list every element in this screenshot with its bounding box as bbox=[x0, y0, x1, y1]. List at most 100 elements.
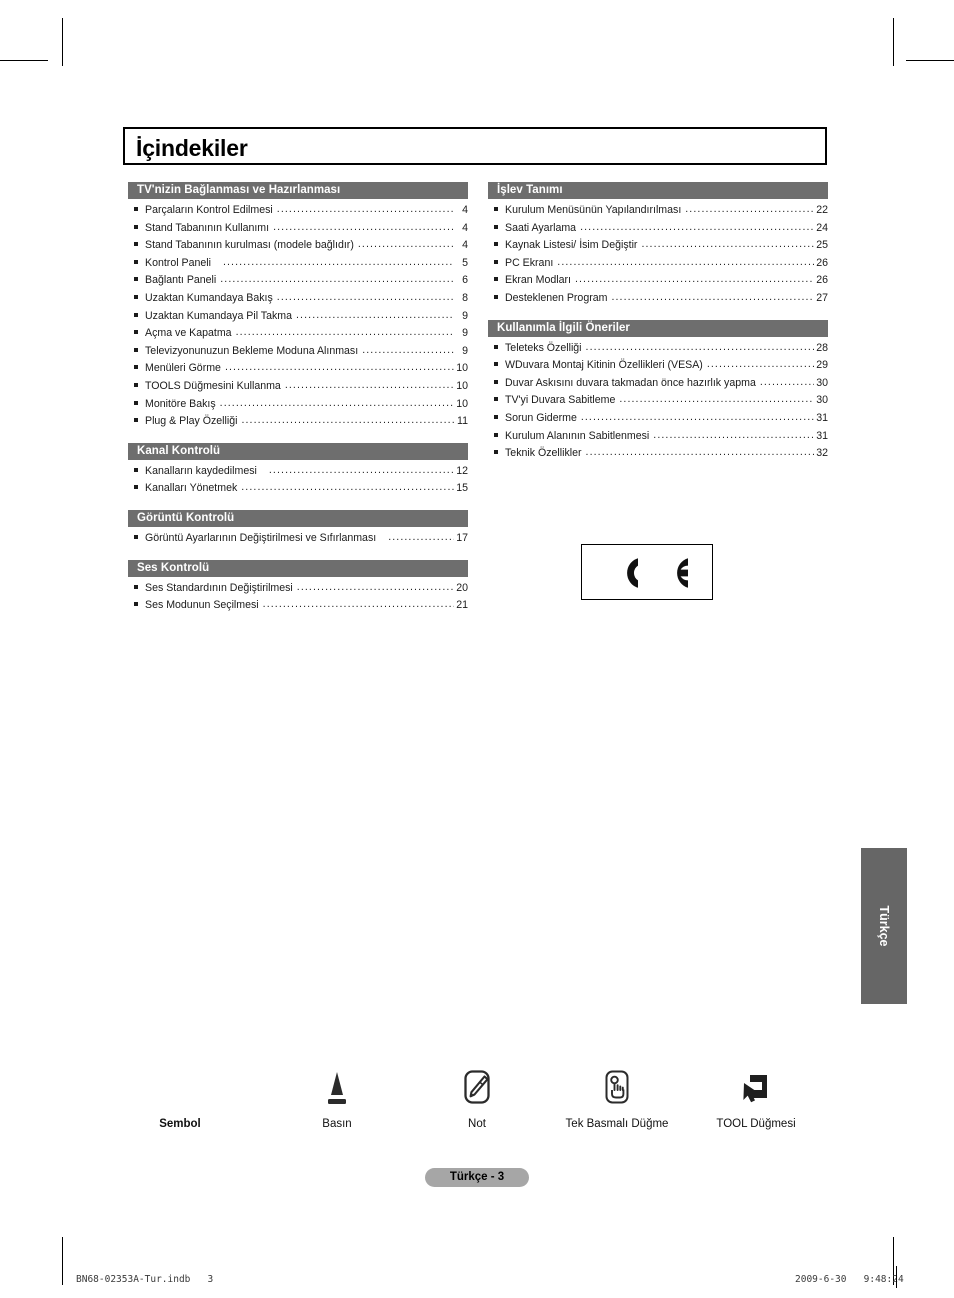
page-title: İçindekiler bbox=[136, 135, 248, 161]
toc-leader-dots: ........................................… bbox=[388, 530, 454, 543]
toc-entry-page-number: 10 bbox=[456, 362, 468, 375]
toc-leader-dots: ........................................… bbox=[284, 378, 454, 391]
toc-entry-label: Parçaların Kontrol Edilmesi bbox=[145, 204, 273, 216]
toc-entry[interactable]: Görüntü Ayarlarının Değiştirilmesi ve Sı… bbox=[128, 530, 468, 548]
bullet-square-icon bbox=[494, 450, 498, 455]
toc-entry[interactable]: Stand Tabanının kurulması (modele bağlıd… bbox=[128, 237, 468, 255]
toc-entry[interactable]: Teknik Özellikler.......................… bbox=[488, 445, 828, 463]
toc-entry[interactable]: TV'yi Duvara Sabitleme..................… bbox=[488, 392, 828, 410]
toc-leader-dots: ........................................… bbox=[585, 446, 814, 459]
toc-section: Görüntü Kontrolü Görüntü Ayarlarının Deği… bbox=[128, 509, 468, 548]
bullet-square-icon bbox=[134, 365, 138, 370]
toc-entry-label: Kanalların kaydedilmesi bbox=[145, 464, 257, 477]
toc-entry-page-number: 4 bbox=[462, 221, 468, 234]
toc-entry-label: PC Ekranı bbox=[505, 256, 554, 269]
toc-leader-dots: ........................................… bbox=[357, 238, 454, 251]
toc-entry-list: Görüntü Ayarlarının Değiştirilmesi ve Sı… bbox=[128, 527, 468, 548]
toc-entry[interactable]: Plug & Play Özelliği....................… bbox=[128, 413, 468, 431]
toc-entry[interactable]: Sorun Giderme...........................… bbox=[488, 410, 828, 428]
toc-entry[interactable]: Monitöre Bakış..........................… bbox=[128, 396, 468, 414]
one-touch-hand-icon bbox=[605, 1070, 629, 1104]
toc-leader-dots: ........................................… bbox=[276, 290, 454, 303]
toc-leader-dots: ........................................… bbox=[580, 410, 814, 423]
toc-leader-dots: ........................................… bbox=[262, 598, 454, 611]
print-footer-file: BN68-02353A-Tur.indb 3 bbox=[76, 1274, 214, 1285]
toc-entry[interactable]: PC Ekranı...............................… bbox=[488, 255, 828, 273]
toc-entry-page-number: 21 bbox=[456, 599, 468, 612]
toc-entry-label: Ekran Modları bbox=[505, 274, 571, 287]
toc-right-column: İşlev Tanımı Kurulum Menüsünün Yapılandır… bbox=[488, 182, 828, 463]
toc-entry[interactable]: Duvar Askısını duvara takmadan önce hazı… bbox=[488, 375, 828, 393]
bullet-square-icon bbox=[494, 344, 498, 349]
toc-leader-dots: ........................................… bbox=[706, 358, 814, 371]
toc-section: TV'nizin Bağlanması ve Hazırlanması Parça… bbox=[128, 182, 468, 431]
crop-mark-bottom-left-vertical bbox=[62, 1237, 63, 1285]
toc-entry-page-number: 8 bbox=[462, 291, 468, 304]
toc-leader-dots: ........................................… bbox=[273, 220, 454, 233]
toc-entry[interactable]: WDuvara Montaj Kitinin Özellikleri (VESA… bbox=[488, 357, 828, 375]
toc-entry-page-number: 26 bbox=[816, 274, 828, 287]
toc-entry[interactable]: Kurulum Menüsünün Yapılandırılması......… bbox=[488, 202, 828, 220]
toc-entry-label: Kanalları Yönetmek bbox=[145, 482, 238, 495]
bullet-square-icon bbox=[494, 224, 498, 229]
toc-entry-label: WDuvara Montaj Kitinin Özellikleri (VESA… bbox=[505, 359, 703, 372]
page-number-badge: Türkçe - 3 bbox=[425, 1168, 529, 1187]
toc-section-heading: TV'nizin Bağlanması ve Hazırlanması bbox=[128, 182, 468, 199]
toc-leader-dots: ........................................… bbox=[685, 203, 814, 215]
toc-entry-label: Kurulum Alanının Sabitlenmesi bbox=[505, 429, 650, 442]
toc-entry[interactable]: Açma ve Kapatma.........................… bbox=[128, 325, 468, 343]
toc-entry[interactable]: Kontrol Paneli..........................… bbox=[128, 255, 468, 273]
toc-entry[interactable]: Ses Standardının Değiştirilmesi.........… bbox=[128, 580, 468, 598]
toc-entry-list: Teleteks Özelliği.......................… bbox=[488, 337, 828, 463]
toc-entry-label: Desteklenen Program bbox=[505, 291, 608, 304]
toc-entry[interactable]: Teleteks Özelliği.......................… bbox=[488, 340, 828, 358]
toc-entry-page-number: 31 bbox=[816, 411, 828, 424]
bullet-square-icon bbox=[134, 207, 138, 211]
symbol-label-one-touch: Tek Basmalı Düğme bbox=[565, 1118, 669, 1130]
toc-entry[interactable]: Kanalların kaydedilmesi.................… bbox=[128, 463, 468, 481]
toc-entry[interactable]: Kanalları Yönetmek......................… bbox=[128, 480, 468, 498]
toc-entry[interactable]: Kaynak Listesi/ İsim Değiştir...........… bbox=[488, 237, 828, 255]
bullet-square-icon bbox=[134, 382, 138, 387]
toc-section: Kanal Kontrolü Kanalların kaydedilmesi...… bbox=[128, 442, 468, 498]
toc-entry[interactable]: TOOLS Düğmesini Kullanma................… bbox=[128, 378, 468, 396]
toc-entry[interactable]: Parçaların Kontrol Edilmesi.............… bbox=[128, 202, 468, 220]
toc-entry-label: Uzaktan Kumandaya Bakış bbox=[145, 291, 273, 304]
toc-entry[interactable]: Ekran Modları...........................… bbox=[488, 272, 828, 290]
bullet-square-icon bbox=[494, 259, 498, 264]
toc-leader-dots: ........................................… bbox=[619, 393, 814, 406]
bullet-square-icon bbox=[494, 207, 498, 211]
toc-leader-dots: ........................................… bbox=[362, 343, 454, 356]
toc-entry-label: Bağlantı Paneli bbox=[145, 274, 217, 287]
bullet-square-icon bbox=[134, 602, 138, 607]
press-triangle-icon bbox=[328, 1072, 346, 1104]
bullet-square-icon bbox=[134, 418, 138, 423]
crop-mark-top-right-vertical bbox=[893, 18, 894, 66]
toc-entry-list: Ses Standardının Değiştirilmesi.........… bbox=[128, 577, 468, 615]
toc-entry[interactable]: Bağlantı Paneli.........................… bbox=[128, 272, 468, 290]
toc-entry-page-number: 9 bbox=[462, 327, 468, 340]
toc-entry-page-number: 9 bbox=[462, 344, 468, 357]
toc-entry[interactable]: Stand Tabanının Kullanımı...............… bbox=[128, 220, 468, 238]
toc-entry-label: Menüleri Görme bbox=[145, 362, 221, 375]
toc-leader-dots: ........................................… bbox=[276, 203, 454, 215]
symbol-item-tool: TOOL Düğmesi bbox=[681, 1062, 831, 1132]
toc-entry[interactable]: Uzaktan Kumandaya Bakış.................… bbox=[128, 290, 468, 308]
toc-entry-page-number: 28 bbox=[816, 341, 828, 354]
side-tab-label: Türkçe bbox=[877, 905, 891, 947]
toc-entry[interactable]: Kurulum Alanının Sabitlenmesi...........… bbox=[488, 428, 828, 446]
toc-entry-label: Monitöre Bakış bbox=[145, 397, 216, 410]
ce-mark bbox=[581, 544, 713, 600]
toc-entry[interactable]: Menüleri Görme..........................… bbox=[128, 360, 468, 378]
symbol-legend: Sembol Basın Not Tek Basmalı Düğme TOOL … bbox=[150, 1062, 810, 1142]
toc-entry-page-number: 5 bbox=[462, 256, 468, 269]
toc-entry-page-number: 12 bbox=[456, 464, 468, 477]
crop-mark-top-left-horizontal bbox=[0, 60, 48, 61]
toc-entry[interactable]: Saati Ayarlama..........................… bbox=[488, 220, 828, 238]
toc-entry[interactable]: Ses Modunun Seçilmesi...................… bbox=[128, 597, 468, 615]
bullet-square-icon bbox=[134, 347, 138, 352]
toc-entry[interactable]: Televizyonunuzun Bekleme Moduna Alınması… bbox=[128, 343, 468, 361]
toc-entry[interactable]: Desteklenen Program.....................… bbox=[488, 290, 828, 308]
toc-leader-dots: ........................................… bbox=[557, 255, 814, 268]
toc-entry[interactable]: Uzaktan Kumandaya Pil Takma.............… bbox=[128, 308, 468, 326]
